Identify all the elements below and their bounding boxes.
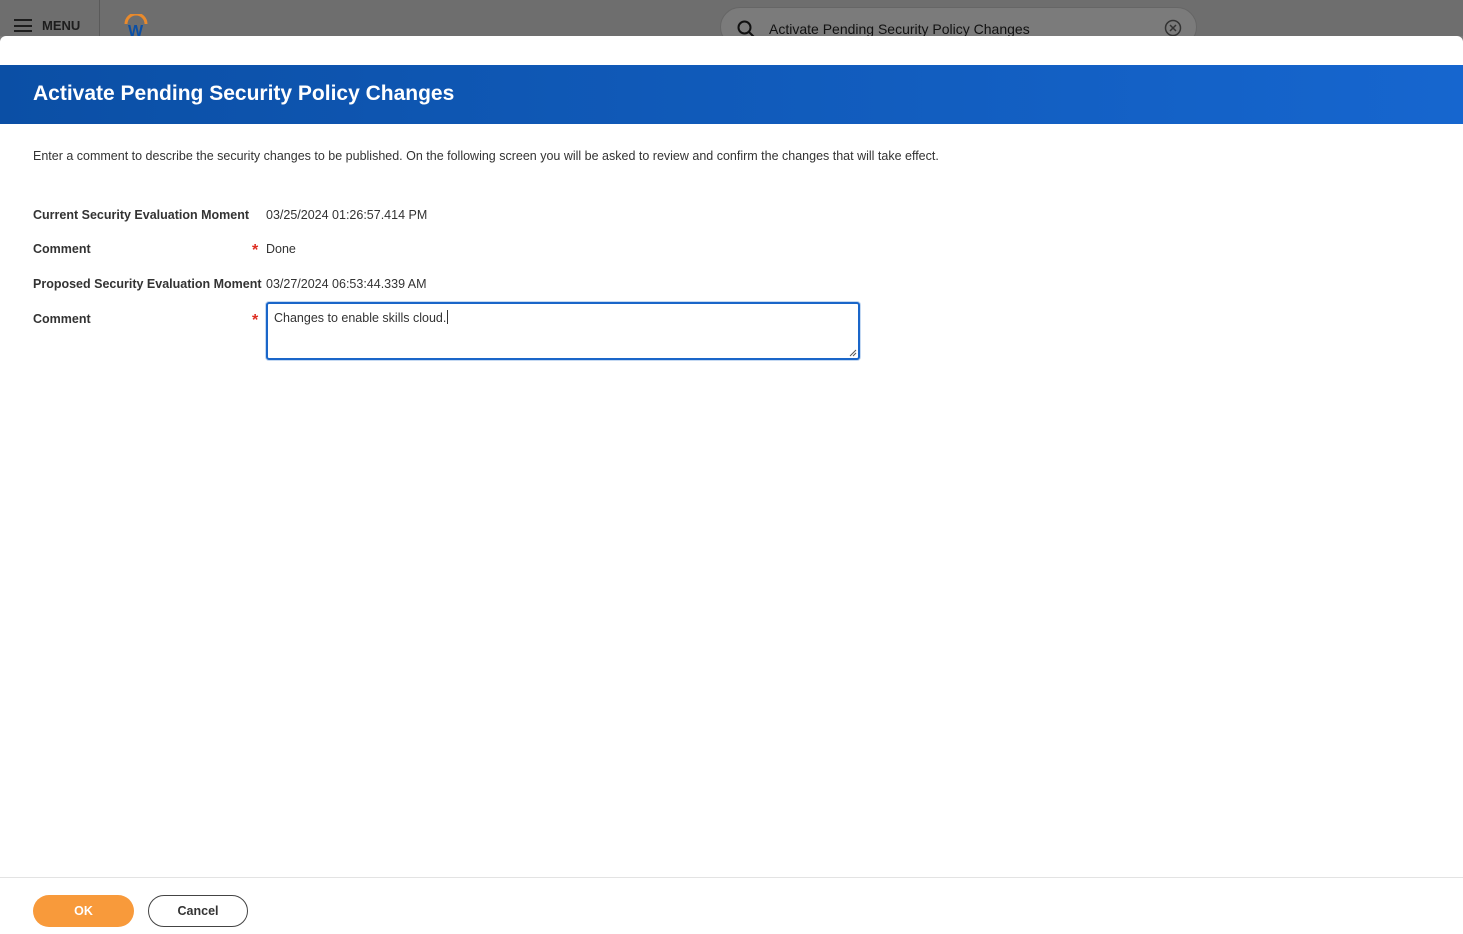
ok-button[interactable]: OK — [33, 895, 134, 927]
task-modal: Activate Pending Security Policy Changes… — [0, 36, 1463, 934]
menu-label: MENU — [42, 18, 81, 33]
hamburger-icon — [14, 19, 32, 32]
comment-value: Changes to enable skills cloud. — [274, 311, 447, 325]
form-row-current-comment: Comment * Done — [33, 242, 933, 262]
page-title: Activate Pending Security Policy Changes — [33, 82, 455, 105]
field-label: Comment — [33, 312, 91, 326]
comment-textarea[interactable]: Changes to enable skills cloud. — [266, 302, 860, 360]
text-caret — [447, 310, 449, 324]
field-value: 03/27/2024 06:53:44.339 AM — [266, 277, 427, 291]
field-label: Comment — [33, 242, 91, 256]
svg-text:W: W — [128, 23, 144, 36]
search-input[interactable]: Activate Pending Security Policy Changes — [769, 21, 1030, 37]
field-value: Done — [266, 242, 296, 256]
topbar-divider — [99, 0, 100, 36]
footer-divider — [0, 877, 1463, 878]
instructions-text: Enter a comment to describe the security… — [33, 149, 939, 163]
workday-logo-icon[interactable]: W — [122, 14, 150, 36]
field-value: 03/25/2024 01:26:57.414 PM — [266, 208, 428, 222]
clear-search-icon[interactable] — [1164, 19, 1182, 37]
top-app-bar: MENU W Activate Pending Security Policy … — [0, 0, 1463, 47]
menu-button[interactable]: MENU — [14, 18, 80, 33]
resize-handle-icon[interactable] — [849, 349, 857, 357]
comment-text: Changes to enable skills cloud. — [274, 310, 449, 325]
field-label: Proposed Security Evaluation Moment — [33, 277, 262, 291]
required-marker: * — [252, 242, 259, 259]
required-marker: * — [252, 312, 259, 329]
field-label: Current Security Evaluation Moment — [33, 208, 250, 222]
form-row-proposed-evaluation: Proposed Security Evaluation Moment 03/2… — [33, 277, 933, 297]
modal-header: Activate Pending Security Policy Changes — [0, 65, 1463, 124]
cancel-button[interactable]: Cancel — [148, 895, 248, 927]
form-row-current-evaluation: Current Security Evaluation Moment 03/25… — [33, 208, 933, 228]
